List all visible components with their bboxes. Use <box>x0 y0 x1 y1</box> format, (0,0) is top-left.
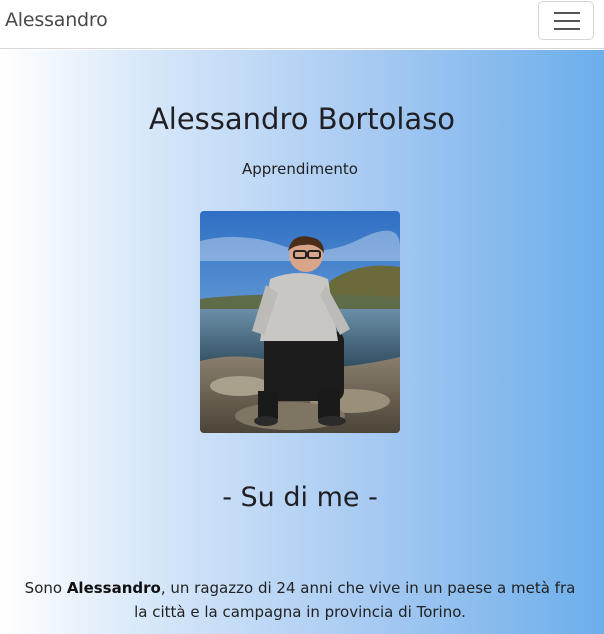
menu-toggle-button[interactable] <box>538 1 594 40</box>
hero-section: Alessandro Bortolaso Apprendimento - Su … <box>0 50 604 634</box>
about-intro: Sono <box>24 579 67 597</box>
about-text: , un ragazzo di 24 anni che vive in un p… <box>134 579 576 621</box>
section-title-about: - Su di me - <box>222 482 378 513</box>
page-title: Alessandro Bortolaso <box>148 102 456 136</box>
profile-photo-image <box>200 211 400 433</box>
navbar: Alessandro <box>0 0 604 49</box>
about-name-bold: Alessandro <box>66 579 161 597</box>
page-subtitle: Apprendimento <box>242 160 358 178</box>
about-paragraph: Sono Alessandro, un ragazzo di 24 anni c… <box>18 576 582 624</box>
hamburger-menu-icon <box>554 11 580 32</box>
navbar-brand[interactable]: Alessandro <box>5 9 108 31</box>
profile-photo <box>200 211 400 433</box>
